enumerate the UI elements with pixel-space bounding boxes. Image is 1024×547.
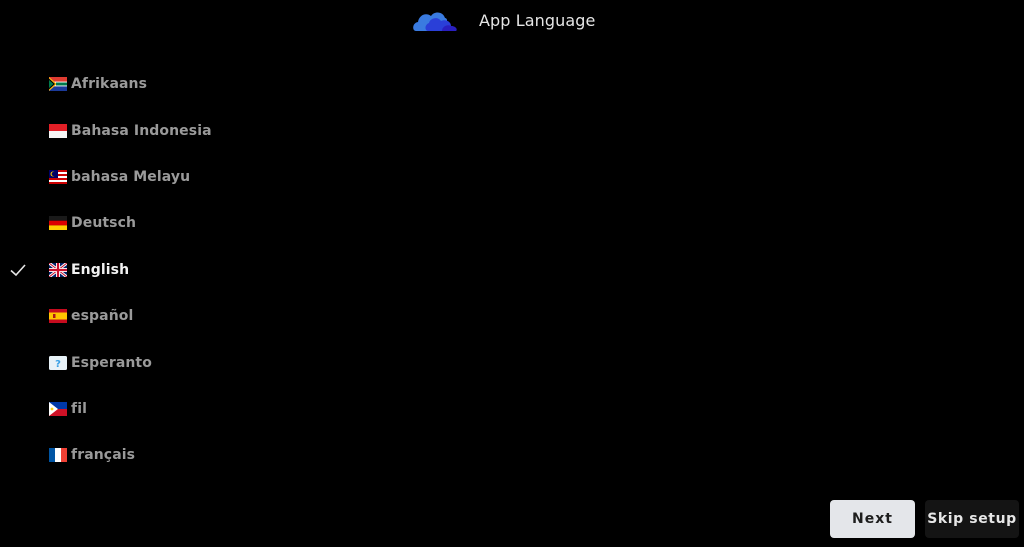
language-label: Esperanto <box>71 354 152 371</box>
header: App Language <box>0 0 1024 44</box>
uk-flag-icon <box>49 262 67 277</box>
language-label: bahasa Melayu <box>71 168 191 185</box>
skip-setup-button[interactable]: Skip setup <box>925 500 1019 538</box>
language-item-afrikaans[interactable]: Afrikaans <box>0 61 400 107</box>
language-item-esperanto[interactable]: ? Esperanto <box>0 339 400 385</box>
language-item-espanol[interactable]: español <box>0 293 400 339</box>
unknown-flag-icon: ? <box>49 355 67 370</box>
language-item-fil[interactable]: fil <box>0 386 400 432</box>
svg-text:?: ? <box>55 359 61 370</box>
language-label: Afrikaans <box>71 76 148 93</box>
language-item-bahasa-indonesia[interactable]: Bahasa Indonesia <box>0 107 400 153</box>
language-item-deutsch[interactable]: Deutsch <box>0 200 400 246</box>
language-label: fil <box>71 400 87 417</box>
language-label: Bahasa Indonesia <box>71 122 212 139</box>
language-list: Afrikaans Bahasa Indonesia bahasa Melayu <box>0 61 400 479</box>
germany-flag-icon <box>49 216 67 231</box>
app-language-screen: App Language Afrikaans Bahasa Indonesia <box>0 0 1024 547</box>
indonesia-flag-icon <box>49 123 67 138</box>
language-label: English <box>71 261 130 278</box>
language-item-english[interactable]: English <box>0 247 400 293</box>
language-label: français <box>71 447 136 464</box>
france-flag-icon <box>49 448 67 463</box>
malaysia-flag-icon <box>49 169 67 184</box>
checkmark-icon <box>10 264 26 276</box>
next-button[interactable]: Next <box>830 500 915 538</box>
spain-flag-icon <box>49 309 67 324</box>
language-item-francais[interactable]: français <box>0 432 400 478</box>
south-africa-flag-icon <box>49 77 67 92</box>
cloud-logo-icon <box>413 12 457 31</box>
language-label: español <box>71 308 134 325</box>
page-title: App Language <box>479 11 596 30</box>
philippines-flag-icon <box>49 401 67 416</box>
language-item-bahasa-melayu[interactable]: bahasa Melayu <box>0 154 400 200</box>
language-label: Deutsch <box>71 215 137 232</box>
